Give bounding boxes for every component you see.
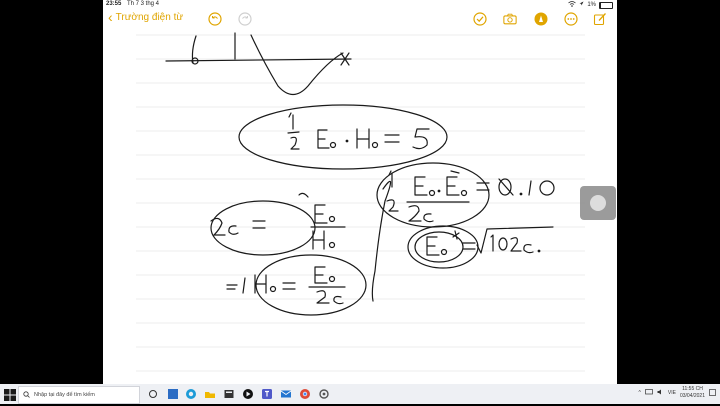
photos-icon[interactable]	[317, 387, 331, 401]
checkmark-icon[interactable]	[473, 12, 487, 26]
clock-time: 11:55 CH	[682, 386, 703, 392]
taskbar-clock[interactable]: 11:55 CH 03/04/2021	[680, 386, 705, 400]
windows-start-icon[interactable]	[4, 388, 16, 401]
notes-app-window: 23:55 Th 7 3 thg 4 1% ‹ Trường điện từ	[103, 0, 617, 384]
network-icon[interactable]	[645, 389, 653, 397]
media-icon[interactable]	[222, 387, 236, 401]
back-label: Trường điện từ	[115, 12, 184, 23]
note-canvas[interactable]	[103, 31, 617, 384]
floating-assistive-touch[interactable]	[580, 186, 616, 220]
pen-marker-icon[interactable]	[534, 12, 548, 26]
search-placeholder: Nhập tại đây để tìm kiếm	[34, 392, 95, 398]
ipad-status-bar: 23:55 Th 7 3 thg 4 1%	[103, 0, 617, 9]
compose-icon[interactable]	[593, 12, 607, 26]
mail-icon[interactable]	[260, 387, 274, 401]
more-icon[interactable]	[564, 12, 578, 26]
back-button[interactable]: ‹ Trường điện từ	[108, 8, 184, 25]
teams-icon[interactable]	[241, 387, 255, 401]
status-time: 23:55	[106, 1, 122, 7]
file-explorer-icon[interactable]	[184, 387, 198, 401]
handwriting-ink	[165, 32, 555, 316]
right-black-margin	[617, 0, 720, 384]
location-icon	[579, 1, 584, 9]
battery-icon	[599, 1, 613, 9]
taskbar-search-input[interactable]: Nhập tại đây để tìm kiếm	[18, 386, 140, 404]
volume-icon[interactable]	[657, 389, 664, 397]
battery-percent: 1%	[587, 2, 596, 8]
status-date: Th 7 3 thg 4	[127, 1, 160, 7]
camera-icon[interactable]	[503, 12, 517, 26]
clock-date: 03/04/2021	[679, 393, 705, 399]
left-black-margin	[0, 0, 103, 384]
assistive-touch-dot	[590, 195, 606, 211]
undo-icon[interactable]	[208, 12, 222, 26]
store-icon[interactable]	[203, 387, 217, 401]
redo-icon[interactable]	[238, 12, 252, 26]
edge-icon[interactable]	[166, 387, 180, 401]
chevron-up-icon[interactable]: ^	[639, 390, 641, 396]
search-icon	[23, 390, 30, 400]
ruled-lines	[136, 34, 585, 372]
language-indicator[interactable]: VIE	[668, 390, 676, 396]
system-tray: ^ VIE 11:55 CH 03/04/2021	[639, 386, 716, 400]
task-view-icon[interactable]	[146, 387, 160, 401]
nav-bar: ‹ Trường điện từ	[103, 9, 617, 31]
notifications-icon[interactable]	[709, 388, 716, 398]
status-right: 1%	[568, 1, 613, 9]
chrome-icon[interactable]	[279, 387, 293, 401]
chevron-left-icon: ‹	[108, 8, 113, 25]
wifi-icon	[568, 1, 577, 9]
settings-icon[interactable]	[298, 387, 312, 401]
windows-taskbar: Nhập tại đây để tìm kiếm ^ VIE 11:55 CH …	[0, 384, 720, 404]
